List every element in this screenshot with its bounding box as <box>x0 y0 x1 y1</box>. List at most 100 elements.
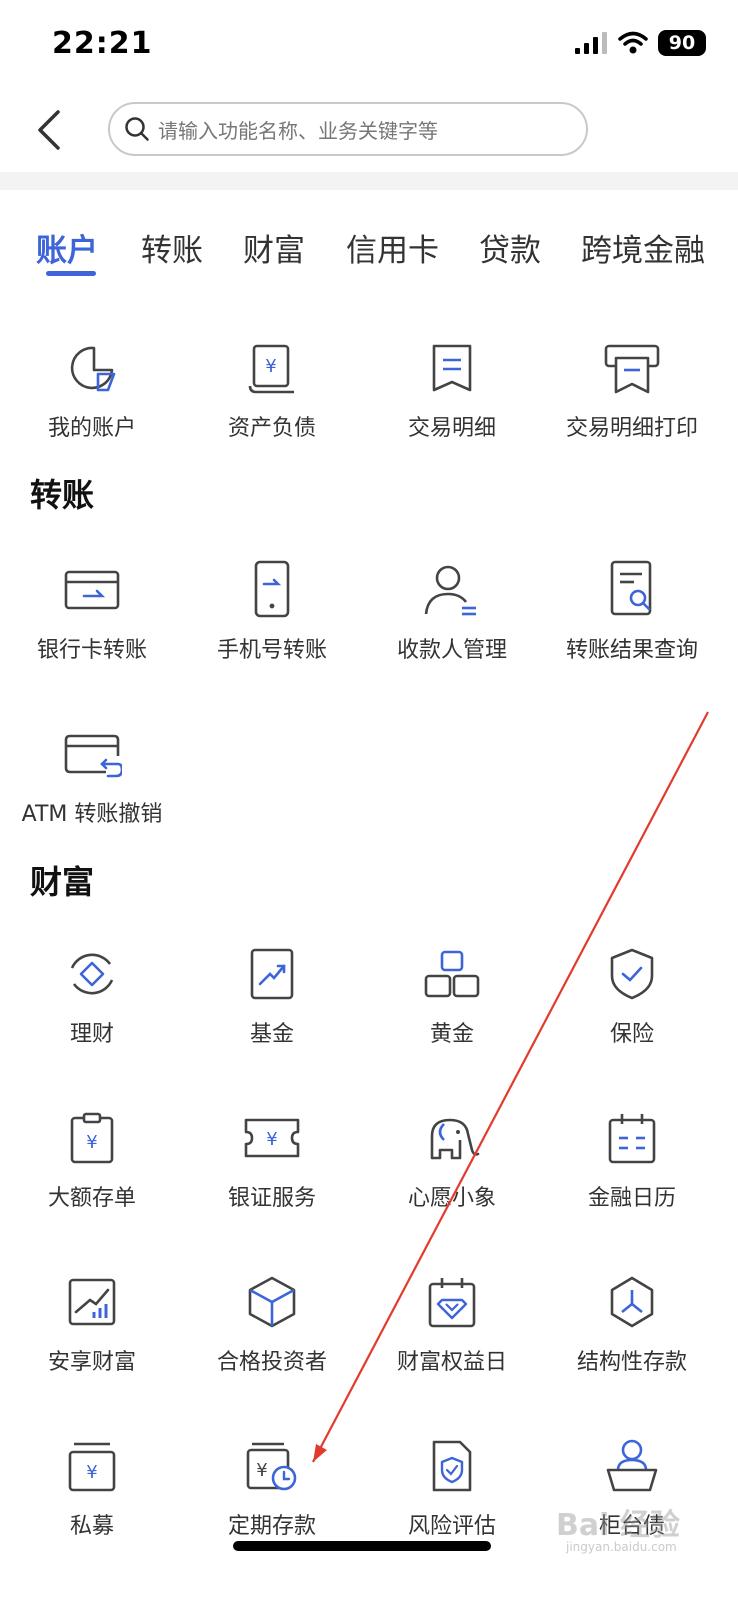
menu-item-assets-liabilities[interactable]: ¥ 资产负债 <box>180 336 364 442</box>
menu-item-label: 安享财富 <box>47 1350 136 1375</box>
search-row: 请输入功能名称、业务关键字等 <box>0 90 738 172</box>
trend-box-icon <box>240 942 304 1006</box>
yuan-scroll-icon: ¥ <box>240 336 304 400</box>
tab-account[interactable]: 账户 <box>36 225 98 270</box>
yuan-clock-icon: ¥ <box>240 1434 304 1498</box>
menu-item-phone-transfer[interactable]: 手机号转账 <box>180 558 364 664</box>
menu-item-wealth-management[interactable]: 理财 <box>0 942 184 1048</box>
tab-credit-card[interactable]: 信用卡 <box>346 225 439 270</box>
calendar-diamond-icon <box>420 1270 484 1334</box>
menu-item-bank-securities[interactable]: ¥ 银证服务 <box>180 1106 364 1212</box>
menu-item-label: 黄金 <box>429 1022 474 1047</box>
menu-item-time-deposit[interactable]: ¥ 定期存款 <box>180 1434 364 1540</box>
menu-item-qualified-investor[interactable]: 合格投资者 <box>180 1270 364 1376</box>
hexagon-icon <box>600 1270 664 1334</box>
category-tabs: 账户 转账 财富 信用卡 贷款 跨境金融 <box>0 215 738 285</box>
menu-item-label: 大额存单 <box>47 1186 136 1211</box>
calendar-icon <box>600 1106 664 1170</box>
watermark-url: jingyan.baidu.com <box>566 1540 677 1554</box>
search-input[interactable]: 请输入功能名称、业务关键字等 <box>108 102 588 156</box>
menu-item-insurance[interactable]: 保险 <box>540 942 724 1048</box>
divider-band <box>0 172 738 190</box>
menu-item-transaction-details[interactable]: 交易明细 <box>360 336 544 442</box>
menu-item-label: 私募 <box>69 1514 114 1539</box>
menu-item-label: 收款人管理 <box>396 638 507 663</box>
menu-item-large-deposit[interactable]: ¥ 大额存单 <box>0 1106 184 1212</box>
menu-item-label: 基金 <box>249 1022 294 1047</box>
signal-icon <box>575 32 607 54</box>
search-icon <box>125 117 149 141</box>
battery-indicator: 90 <box>658 30 706 56</box>
menu-item-label: 心愿小象 <box>407 1186 496 1211</box>
menu-item-wealth-rights-day[interactable]: 财富权益日 <box>360 1270 544 1376</box>
menu-item-financial-calendar[interactable]: 金融日历 <box>540 1106 724 1212</box>
section-title-wealth: 财富 <box>30 863 95 901</box>
status-time: 22:21 <box>52 26 153 61</box>
elephant-icon <box>420 1106 484 1170</box>
card-transfer-icon <box>60 558 124 622</box>
printer-icon <box>600 336 664 400</box>
status-bar: 22:21 90 <box>0 0 738 90</box>
growth-chart-icon <box>60 1270 124 1334</box>
cube-icon <box>240 1270 304 1334</box>
menu-item-structured-deposit[interactable]: 结构性存款 <box>540 1270 724 1376</box>
card-undo-icon <box>60 722 124 786</box>
pie-account-icon <box>60 336 124 400</box>
tab-cross-border[interactable]: 跨境金融 <box>581 225 705 270</box>
menu-item-wish-elephant[interactable]: 心愿小象 <box>360 1106 544 1212</box>
counter-person-icon <box>600 1434 664 1498</box>
back-arrow-icon[interactable] <box>30 108 74 152</box>
menu-item-card-transfer[interactable]: 银行卡转账 <box>0 558 184 664</box>
menu-item-secure-wealth[interactable]: 安享财富 <box>0 1270 184 1376</box>
menu-item-my-account[interactable]: 我的账户 <box>0 336 184 442</box>
svg-text:¥: ¥ <box>265 356 276 377</box>
menu-item-label: 金融日历 <box>587 1186 676 1211</box>
svg-text:¥: ¥ <box>266 1129 277 1150</box>
svg-text:¥: ¥ <box>86 1132 97 1153</box>
ticket-yuan-icon: ¥ <box>240 1106 304 1170</box>
menu-item-label: 转账结果查询 <box>565 638 698 663</box>
tab-wealth[interactable]: 财富 <box>243 225 305 270</box>
menu-item-label: 银行卡转账 <box>36 638 147 663</box>
menu-item-transaction-print[interactable]: 交易明细打印 <box>540 336 724 442</box>
cycle-diamond-icon <box>60 942 124 1006</box>
menu-item-label: 合格投资者 <box>216 1350 327 1375</box>
menu-item-label: 定期存款 <box>227 1514 316 1539</box>
menu-item-label: 保险 <box>609 1022 654 1047</box>
tab-loan[interactable]: 贷款 <box>479 225 541 270</box>
menu-item-atm-transfer-cancel[interactable]: ATM 转账撤销 <box>0 722 184 828</box>
shield-check-icon <box>600 942 664 1006</box>
search-placeholder: 请输入功能名称、业务关键字等 <box>158 118 438 143</box>
document-search-icon <box>600 558 664 622</box>
yuan-tray-icon: ¥ <box>60 1434 124 1498</box>
menu-item-transfer-result-query[interactable]: 转账结果查询 <box>540 558 724 664</box>
menu-item-fund[interactable]: 基金 <box>180 942 364 1048</box>
receipt-icon <box>420 336 484 400</box>
menu-item-gold[interactable]: 黄金 <box>360 942 544 1048</box>
menu-item-label: 交易明细 <box>407 416 496 441</box>
gold-bars-icon <box>420 942 484 1006</box>
menu-item-label: 结构性存款 <box>576 1350 687 1375</box>
section-title-transfer: 转账 <box>30 476 95 514</box>
menu-item-risk-assessment[interactable]: 风险评估 <box>360 1434 544 1540</box>
wifi-icon <box>618 31 648 54</box>
menu-item-label: 资产负债 <box>227 416 316 441</box>
document-shield-icon <box>420 1434 484 1498</box>
status-icons: 90 <box>574 30 706 56</box>
menu-item-private-fund[interactable]: ¥ 私募 <box>0 1434 184 1540</box>
menu-item-payee-management[interactable]: 收款人管理 <box>360 558 544 664</box>
menu-item-label: 我的账户 <box>47 416 136 441</box>
menu-item-label: 银证服务 <box>227 1186 316 1211</box>
phone-transfer-icon <box>240 558 304 622</box>
menu-item-label: ATM 转账撤销 <box>21 802 163 827</box>
svg-text:¥: ¥ <box>86 1462 97 1483</box>
payee-icon <box>420 558 484 622</box>
menu-item-label: 财富权益日 <box>396 1350 507 1375</box>
menu-item-label: 风险评估 <box>407 1514 496 1539</box>
menu-item-label: 交易明细打印 <box>565 416 698 441</box>
clipboard-yuan-icon: ¥ <box>60 1106 124 1170</box>
tab-transfer[interactable]: 转账 <box>141 225 203 270</box>
home-indicator[interactable] <box>233 1541 491 1551</box>
tab-active-underline <box>46 271 96 276</box>
svg-text:¥: ¥ <box>256 1460 267 1481</box>
